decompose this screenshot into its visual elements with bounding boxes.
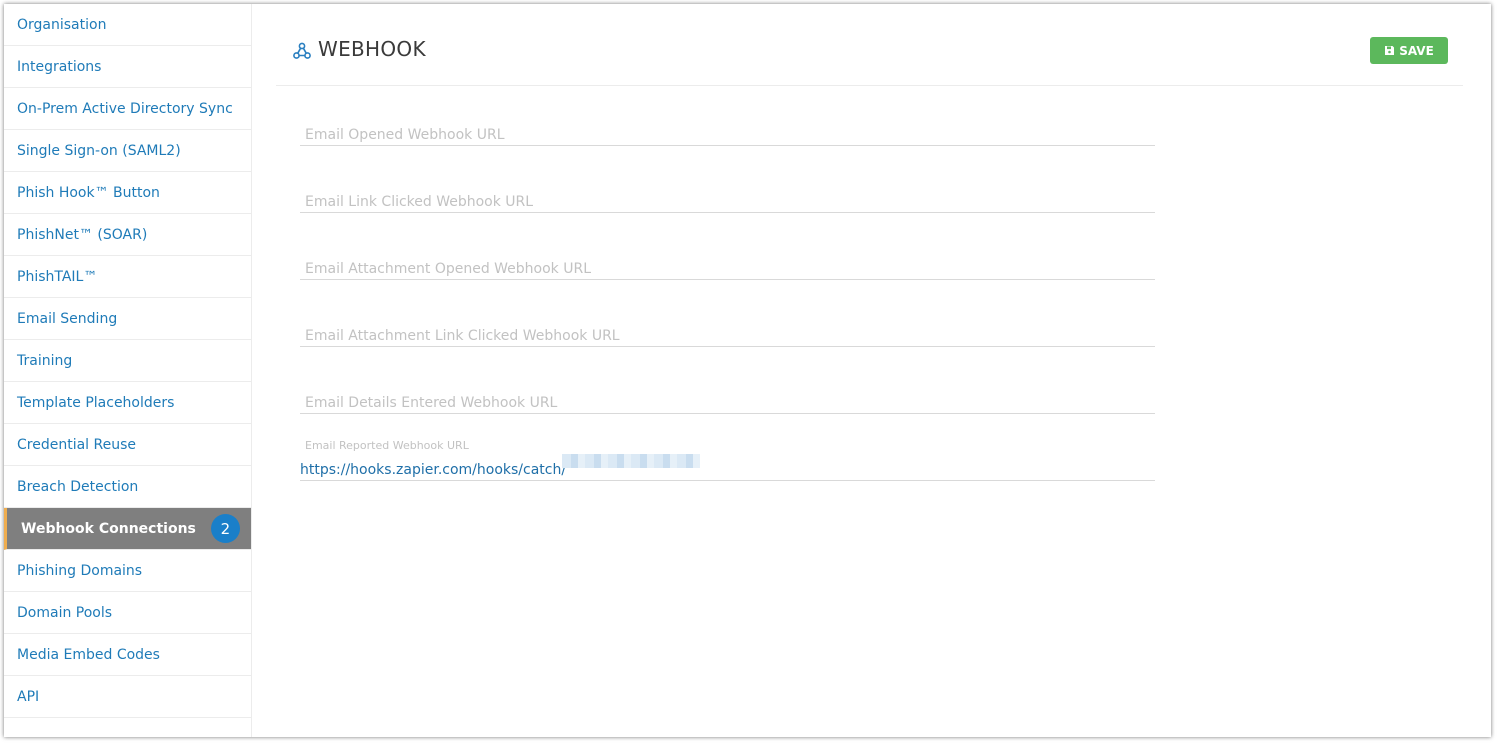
save-button[interactable]: SAVE — [1370, 37, 1448, 64]
sidebar-item-domain-pools[interactable]: Domain Pools — [4, 592, 251, 634]
sidebar-item-media-embed-codes[interactable]: Media Embed Codes — [4, 634, 251, 676]
save-button-label: SAVE — [1399, 43, 1434, 58]
email-details-entered-webhook-input[interactable] — [300, 395, 1160, 411]
sidebar-item-label: Single Sign-on (SAML2) — [17, 142, 181, 159]
sidebar-item-label: Credential Reuse — [17, 436, 136, 453]
sidebar-item-label: Phish Hook™ Button — [17, 184, 160, 201]
sidebar-item-label: Organisation — [17, 16, 107, 33]
email-attachment-link-clicked-webhook-field — [300, 312, 1160, 347]
sidebar-item-label: Media Embed Codes — [17, 646, 160, 663]
sidebar-item-label: API — [17, 688, 40, 705]
main-content: WEBHOOK SAVE Email Reported Web — [252, 4, 1491, 737]
sidebar-item-label: Integrations — [17, 58, 102, 75]
redacted-url-segment — [562, 454, 700, 468]
webhook-icon — [293, 42, 311, 59]
sidebar-item-webhook-connections[interactable]: Webhook Connections 2 — [4, 508, 251, 550]
email-attachment-link-clicked-webhook-input[interactable] — [300, 328, 1160, 344]
sidebar-item-label: Breach Detection — [17, 478, 139, 495]
sidebar-item-label: Phishing Domains — [17, 562, 143, 579]
email-attachment-opened-webhook-field — [300, 245, 1160, 280]
page-header: WEBHOOK SAVE — [276, 4, 1463, 86]
sidebar-item-phishtail[interactable]: PhishTAIL™ — [4, 256, 251, 298]
floppy-disk-icon — [1385, 46, 1395, 55]
sidebar-item-label: On-Prem Active Directory Sync — [17, 100, 233, 117]
sidebar-item-training[interactable]: Training — [4, 340, 251, 382]
email-opened-webhook-field — [300, 111, 1160, 146]
sidebar-item-phishing-domains[interactable]: Phishing Domains — [4, 550, 251, 592]
page-title: WEBHOOK — [318, 37, 426, 61]
email-link-clicked-webhook-field — [300, 178, 1160, 213]
sidebar-item-sso[interactable]: Single Sign-on (SAML2) — [4, 130, 251, 172]
sidebar-item-phishnet[interactable]: PhishNet™ (SOAR) — [4, 214, 251, 256]
email-details-entered-webhook-field — [300, 379, 1160, 414]
sidebar-item-label: Webhook Connections — [21, 520, 196, 537]
sidebar-item-phish-hook[interactable]: Phish Hook™ Button — [4, 172, 251, 214]
sidebar-item-organisation[interactable]: Organisation — [4, 4, 251, 46]
sidebar-item-credential-reuse[interactable]: Credential Reuse — [4, 424, 251, 466]
sidebar-item-label: PhishNet™ (SOAR) — [17, 226, 148, 243]
sidebar-item-label: Training — [17, 352, 73, 369]
email-attachment-opened-webhook-input[interactable] — [300, 261, 1160, 277]
sidebar-item-template-placeholders[interactable]: Template Placeholders — [4, 382, 251, 424]
sidebar-item-label: Domain Pools — [17, 604, 113, 621]
step-badge: 2 — [210, 514, 240, 543]
settings-sidebar: Organisation Integrations On-Prem Active… — [4, 4, 252, 737]
email-opened-webhook-input[interactable] — [300, 127, 1160, 143]
sidebar-item-api[interactable]: API — [4, 676, 251, 718]
sidebar-item-ad-sync[interactable]: On-Prem Active Directory Sync — [4, 88, 251, 130]
email-reported-webhook-field — [300, 446, 1155, 481]
sidebar-item-email-sending[interactable]: Email Sending — [4, 298, 251, 340]
sidebar-item-integrations[interactable]: Integrations — [4, 46, 251, 88]
sidebar-item-breach-detection[interactable]: Breach Detection — [4, 466, 251, 508]
sidebar-item-label: Template Placeholders — [17, 394, 175, 411]
email-link-clicked-webhook-input[interactable] — [300, 194, 1160, 210]
email-reported-webhook-input[interactable] — [300, 462, 1155, 478]
sidebar-item-label: Email Sending — [17, 310, 118, 327]
app-window: Organisation Integrations On-Prem Active… — [4, 4, 1491, 737]
sidebar-item-label: PhishTAIL™ — [17, 268, 98, 285]
